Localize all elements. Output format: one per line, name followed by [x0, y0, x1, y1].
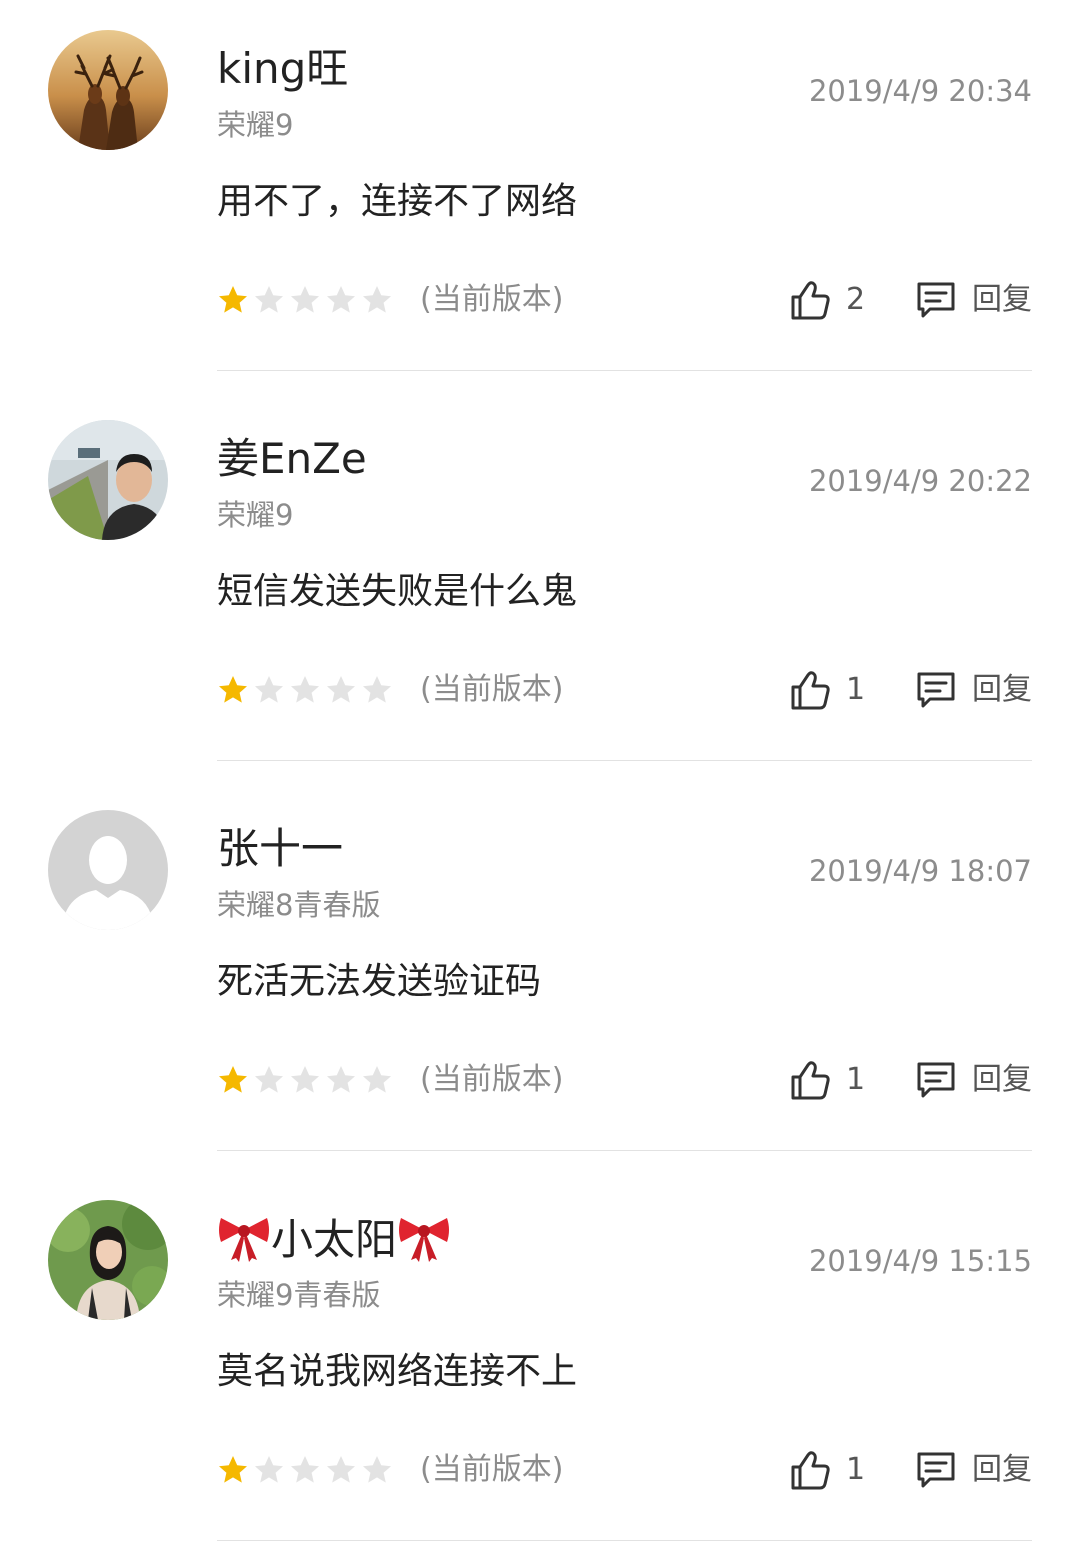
user-avatar[interactable] [48, 810, 168, 930]
version-tag: (当前版本) [420, 672, 564, 707]
review-item: 小太阳 荣耀9青春版 2019/4/9 15:15 莫名说我网络连接不上 (当前… [0, 1170, 1080, 1560]
star-empty-icon [363, 1066, 391, 1093]
thumbs-up-icon [791, 671, 830, 710]
review-item: 姜EnZe 荣耀9 2019/4/9 20:22 短信发送失败是什么鬼 (当前版… [0, 390, 1080, 780]
star-empty-icon [255, 1066, 283, 1093]
star-empty-icon [363, 676, 391, 703]
default-avatar-icon [48, 810, 168, 930]
device-model: 荣耀9 [217, 498, 294, 532]
star-empty-icon [291, 1066, 319, 1093]
thumbs-up-icon [791, 1451, 830, 1490]
username[interactable]: king旺 [217, 42, 348, 96]
thumbs-up-icon [791, 1061, 830, 1100]
review-timestamp: 2019/4/9 20:22 [808, 464, 1032, 498]
star-empty-icon [255, 286, 283, 313]
comment-icon [917, 282, 955, 318]
person-photo-avatar-icon [48, 420, 168, 540]
reply-label: 回复 [972, 672, 1032, 707]
like-count: 1 [846, 1062, 866, 1097]
review-item: king旺 荣耀9 2019/4/9 20:34 用不了，连接不了网络 (当前版… [0, 0, 1080, 390]
version-tag: (当前版本) [420, 1452, 564, 1487]
comment-icon [917, 1062, 955, 1098]
thumbs-up-icon [791, 281, 830, 320]
divider [217, 370, 1032, 371]
username[interactable]: 姜EnZe [217, 432, 367, 486]
review-content: 莫名说我网络连接不上 [217, 1351, 578, 1392]
reply-button[interactable]: 回复 [914, 668, 1032, 712]
star-filled-icon [219, 1456, 247, 1483]
device-model: 荣耀8青春版 [217, 888, 381, 922]
star-empty-icon [255, 1456, 283, 1483]
divider [217, 760, 1032, 761]
comment-icon [917, 1452, 955, 1488]
like-count: 2 [846, 282, 866, 317]
ribbon-bow-icon [399, 1218, 450, 1262]
divider [217, 1540, 1032, 1541]
star-empty-icon [291, 676, 319, 703]
reply-label: 回复 [972, 1062, 1032, 1097]
star-empty-icon [327, 1456, 355, 1483]
girl-photo-avatar-icon [48, 1200, 168, 1320]
star-empty-icon [291, 1456, 319, 1483]
star-empty-icon [363, 286, 391, 313]
reply-button[interactable]: 回复 [914, 1448, 1032, 1492]
star-empty-icon [255, 676, 283, 703]
divider [217, 1150, 1032, 1151]
star-empty-icon [327, 676, 355, 703]
reply-label: 回复 [972, 1452, 1032, 1487]
star-rating [217, 1454, 393, 1486]
review-content: 用不了，连接不了网络 [217, 181, 578, 222]
star-filled-icon [219, 286, 247, 313]
comment-icon [917, 672, 955, 708]
user-avatar[interactable] [48, 1200, 168, 1320]
like-count: 1 [846, 672, 866, 707]
device-model: 荣耀9 [217, 108, 294, 142]
star-empty-icon [327, 286, 355, 313]
star-empty-icon [291, 286, 319, 313]
ribbon-bow-icon [219, 1218, 269, 1262]
device-model: 荣耀9青春版 [217, 1278, 381, 1312]
star-rating [217, 284, 393, 316]
review-timestamp: 2019/4/9 20:34 [808, 74, 1032, 108]
star-filled-icon [219, 676, 247, 703]
reply-button[interactable]: 回复 [914, 278, 1032, 322]
review-content: 死活无法发送验证码 [217, 961, 542, 1002]
star-filled-icon [219, 1066, 247, 1093]
like-button[interactable]: 1 [788, 668, 865, 712]
review-content: 短信发送失败是什么鬼 [217, 571, 578, 612]
user-avatar[interactable] [48, 420, 168, 540]
star-rating [217, 674, 393, 706]
user-avatar[interactable] [48, 30, 168, 150]
username-text: 小太阳 [271, 1215, 398, 1264]
star-empty-icon [327, 1066, 355, 1093]
review-timestamp: 2019/4/9 18:07 [808, 854, 1032, 888]
review-item: 张十一 荣耀8青春版 2019/4/9 18:07 死活无法发送验证码 (当前版… [0, 780, 1080, 1170]
reply-label: 回复 [972, 282, 1032, 317]
like-count: 1 [846, 1452, 866, 1487]
username[interactable]: 小太阳 [217, 1212, 451, 1267]
deer-avatar-icon [48, 30, 168, 150]
review-timestamp: 2019/4/9 15:15 [808, 1244, 1032, 1278]
like-button[interactable]: 1 [788, 1058, 865, 1102]
username[interactable]: 张十一 [217, 822, 343, 876]
version-tag: (当前版本) [420, 1062, 564, 1097]
like-button[interactable]: 2 [788, 278, 865, 322]
star-rating [217, 1064, 393, 1096]
reply-button[interactable]: 回复 [914, 1058, 1032, 1102]
star-empty-icon [363, 1456, 391, 1483]
like-button[interactable]: 1 [788, 1448, 865, 1492]
version-tag: (当前版本) [420, 282, 564, 317]
